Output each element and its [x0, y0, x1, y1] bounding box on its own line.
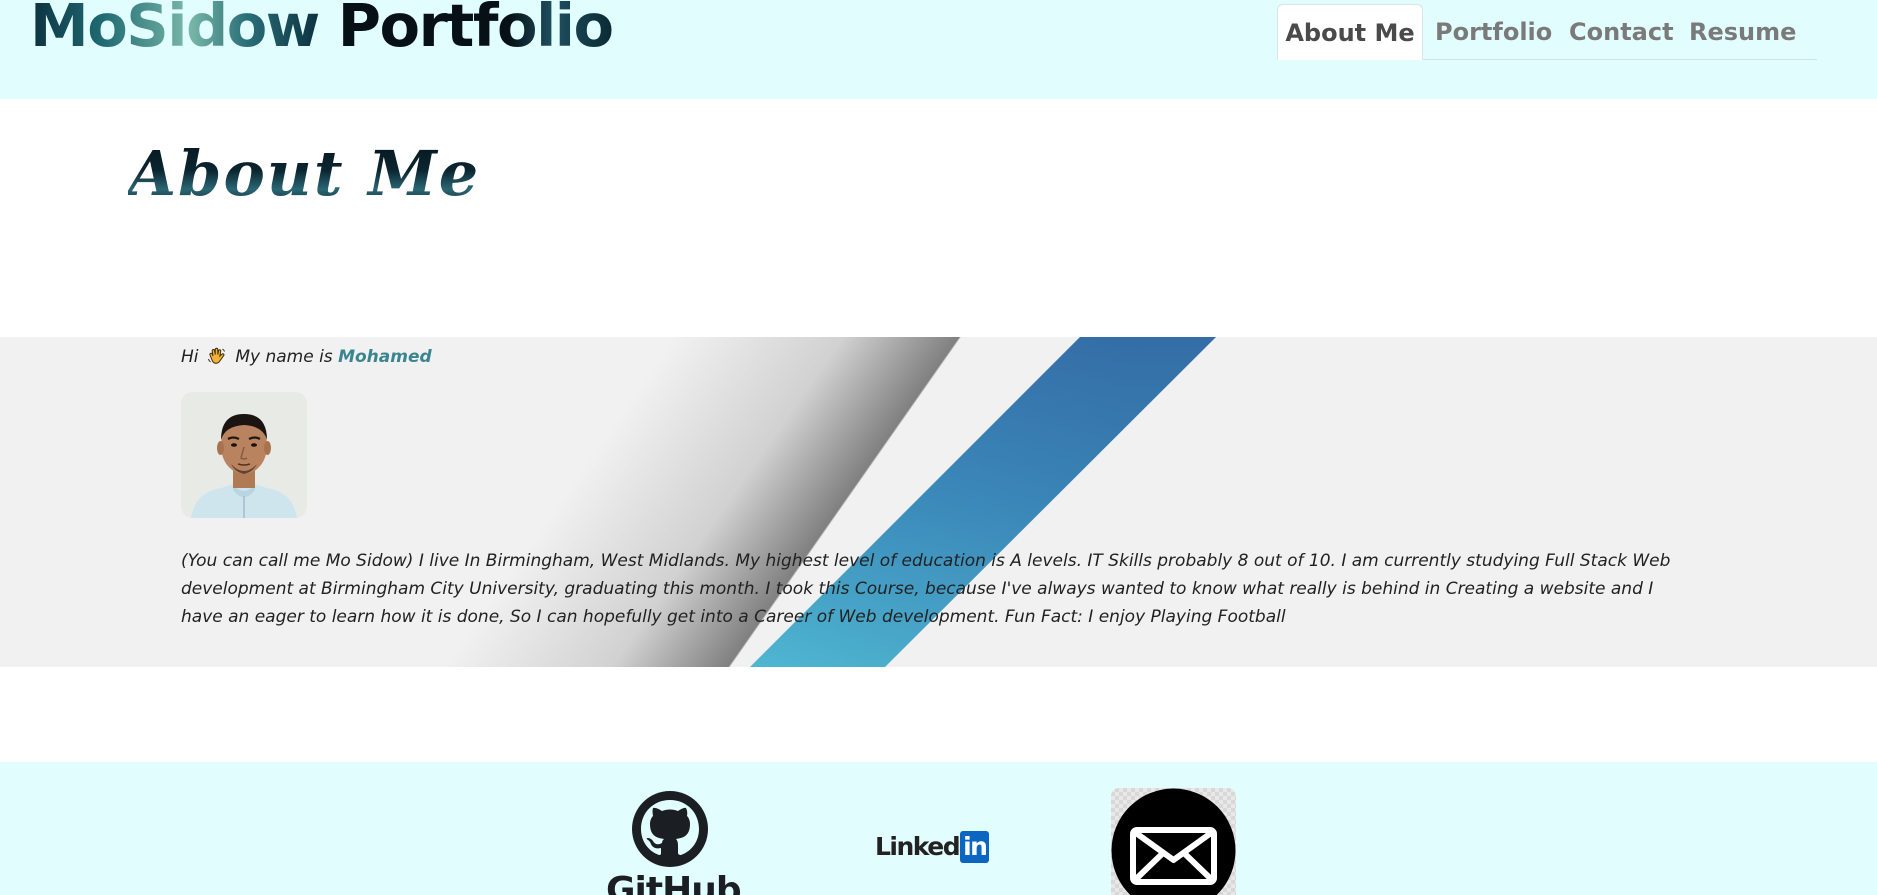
- nav-tab-contact[interactable]: Contact: [1569, 4, 1674, 60]
- site-footer: GitHub Linked in: [0, 762, 1877, 895]
- page-title: About Me: [128, 137, 481, 210]
- site-header: MoSidow Portfolio About Me Portfolio Con…: [0, 0, 1877, 99]
- greeting-prefix: Hi: [181, 347, 199, 367]
- nav-tab-portfolio[interactable]: Portfolio: [1435, 4, 1552, 60]
- avatar: [181, 392, 307, 518]
- linkedin-icon[interactable]: Linked in: [875, 829, 990, 865]
- linkedin-word: Linked: [875, 832, 961, 861]
- logo-first-word: MoSidow: [30, 0, 320, 60]
- nav-tab-about[interactable]: About Me: [1277, 4, 1423, 60]
- linkedin-in-badge: in: [960, 831, 990, 863]
- logo-second-word: Portfolio: [338, 0, 614, 60]
- about-section: Hi My name is Mohamed (You can call me M…: [0, 337, 1877, 667]
- greeting-line: Hi My name is Mohamed: [181, 343, 432, 371]
- mail-icon: [1111, 788, 1236, 895]
- main-nav: About Me Portfolio Contact Resume: [1277, 4, 1817, 60]
- waving-hand-icon: [207, 347, 225, 364]
- bio-paragraph: (You can call me Mo Sidow) I live In Bir…: [181, 551, 1671, 627]
- greeting-middle: My name is: [235, 347, 333, 367]
- profile-photo: [181, 392, 307, 518]
- nav-tab-resume[interactable]: Resume: [1689, 4, 1796, 60]
- mail-link[interactable]: [1111, 788, 1236, 895]
- site-logo[interactable]: MoSidow Portfolio: [30, 0, 614, 60]
- person-name: Mohamed: [338, 347, 432, 367]
- github-label[interactable]: GitHub: [606, 870, 742, 895]
